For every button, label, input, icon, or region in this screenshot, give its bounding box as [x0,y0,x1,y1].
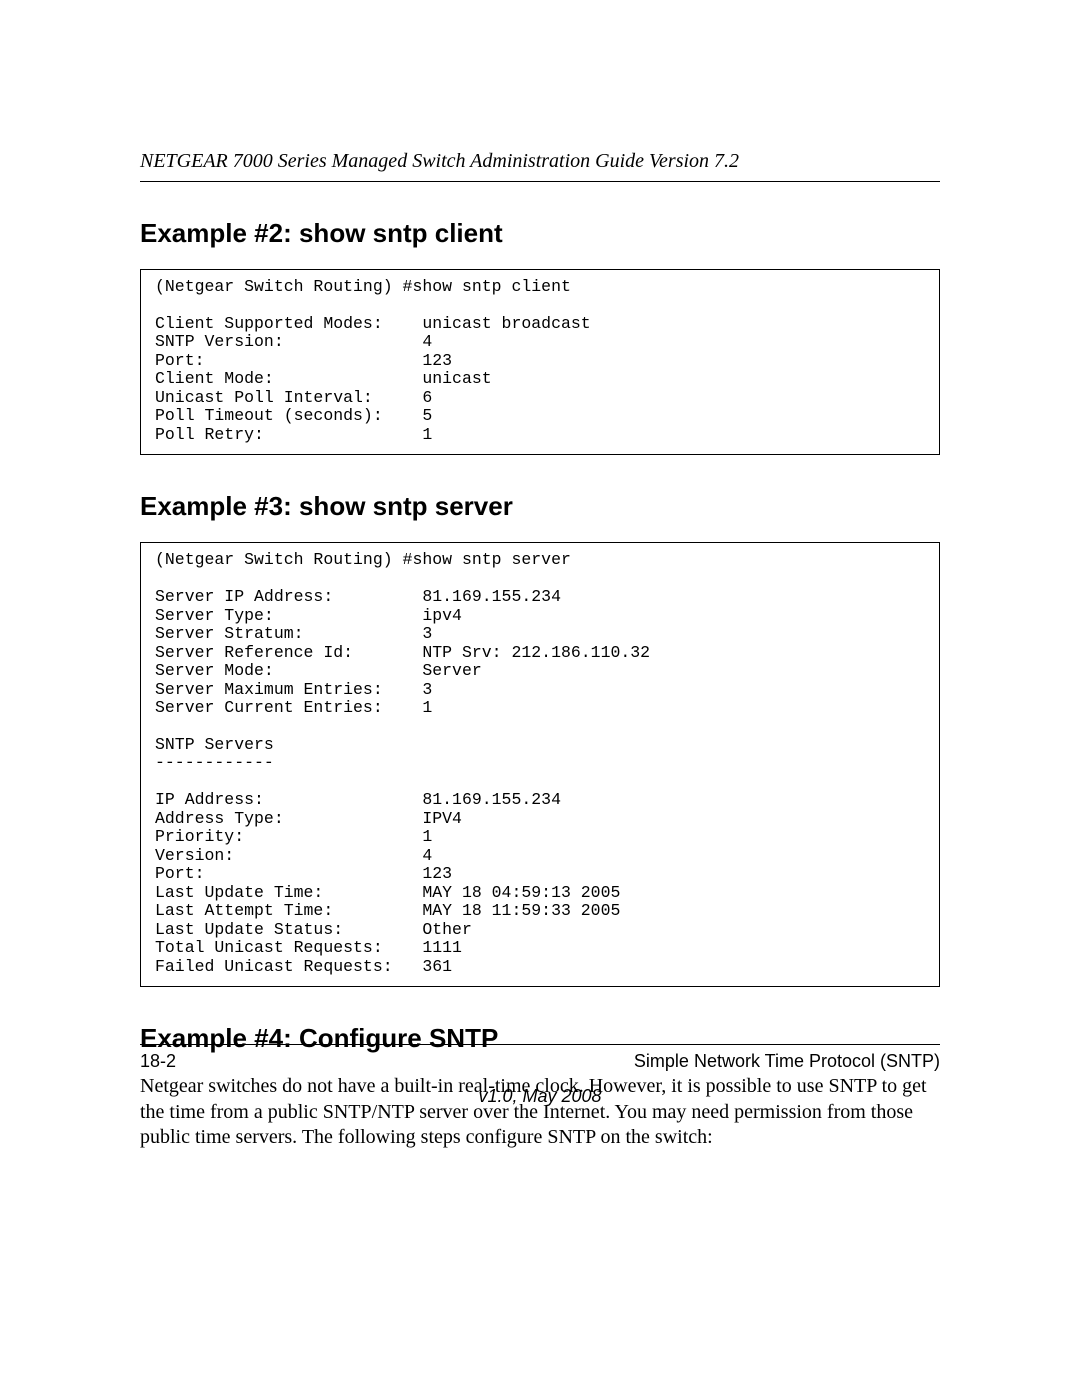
page-number: 18-2 [140,1051,176,1072]
heading-example-2: Example #2: show sntp client [140,218,940,249]
footer-rule [140,1044,940,1045]
heading-example-3: Example #3: show sntp server [140,491,940,522]
chapter-title: Simple Network Time Protocol (SNTP) [634,1051,940,1072]
running-header: NETGEAR 7000 Series Managed Switch Admin… [140,150,940,182]
page: NETGEAR 7000 Series Managed Switch Admin… [0,0,1080,1397]
page-footer: 18-2 Simple Network Time Protocol (SNTP)… [140,1044,940,1107]
code-block-sntp-client: (Netgear Switch Routing) #show sntp clie… [140,269,940,455]
code-block-sntp-server: (Netgear Switch Routing) #show sntp serv… [140,542,940,987]
version-line: v1.0, May 2008 [140,1086,940,1107]
